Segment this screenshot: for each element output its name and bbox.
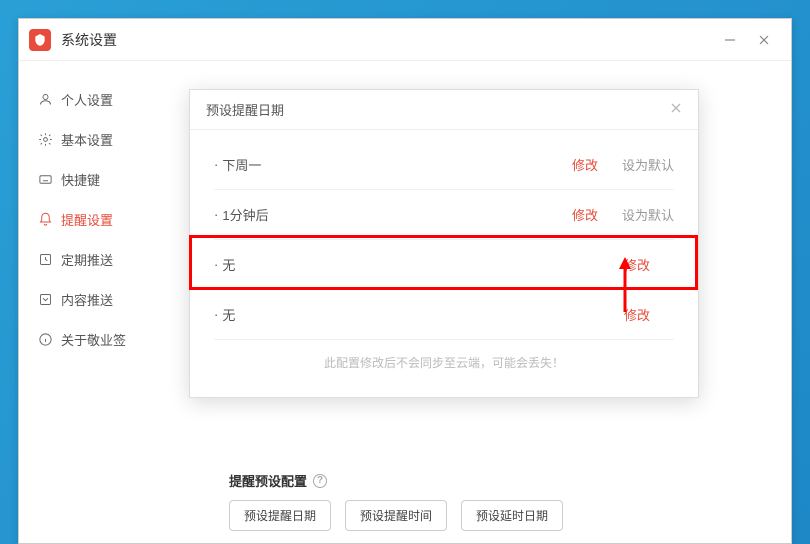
- row-label: 1分钟后: [222, 205, 572, 224]
- sidebar-item-schedule[interactable]: 定期推送: [19, 239, 179, 279]
- user-icon: [37, 91, 53, 107]
- bell-icon: [37, 211, 53, 227]
- dialog-close-button[interactable]: [670, 101, 682, 119]
- sidebar: 个人设置 基本设置 快捷键 提醒设置 定期推送 内容推送: [19, 61, 179, 543]
- dialog-row: · 无 修改: [214, 290, 674, 340]
- dialog-row: · 无 修改: [214, 240, 674, 290]
- row-label: 无: [222, 305, 624, 324]
- preset-date-dialog: 预设提醒日期 · 下周一 修改 设为默认 · 1分钟后 修改 设为默认 · 无 …: [189, 89, 699, 398]
- preset-date-button[interactable]: 预设提醒日期: [229, 500, 331, 531]
- sidebar-item-label: 个人设置: [61, 90, 113, 109]
- sidebar-item-label: 定期推送: [61, 250, 113, 269]
- keyboard-icon: [37, 171, 53, 187]
- preset-delay-button[interactable]: 预设延时日期: [461, 500, 563, 531]
- dialog-header: 预设提醒日期: [190, 90, 698, 130]
- gear-icon: [37, 131, 53, 147]
- section-preset-label: 提醒预设配置 ?: [229, 471, 751, 490]
- titlebar: 系统设置: [19, 19, 791, 61]
- edit-link[interactable]: 修改: [624, 305, 650, 324]
- dialog-footer-note: 此配置修改后不会同步至云端，可能会丢失！: [214, 340, 674, 377]
- sidebar-item-label: 提醒设置: [61, 210, 113, 229]
- edit-link[interactable]: 修改: [624, 255, 650, 274]
- sidebar-item-label: 快捷键: [61, 170, 100, 189]
- dialog-title: 预设提醒日期: [206, 100, 284, 119]
- dialog-body: · 下周一 修改 设为默认 · 1分钟后 修改 设为默认 · 无 修改 · 无 …: [190, 130, 698, 397]
- sidebar-item-reminder[interactable]: 提醒设置: [19, 199, 179, 239]
- dialog-row: · 1分钟后 修改 设为默认: [214, 190, 674, 240]
- sidebar-item-content[interactable]: 内容推送: [19, 279, 179, 319]
- sidebar-item-label: 基本设置: [61, 130, 113, 149]
- sidebar-item-label: 关于敬业签: [61, 330, 126, 349]
- sidebar-item-label: 内容推送: [61, 290, 113, 309]
- sidebar-item-basic[interactable]: 基本设置: [19, 119, 179, 159]
- preset-buttons: 预设提醒日期 预设提醒时间 预设延时日期: [229, 500, 751, 531]
- window-title: 系统设置: [61, 30, 117, 50]
- row-label: 无: [222, 255, 624, 274]
- app-logo-icon: [29, 29, 51, 51]
- edit-link[interactable]: 修改: [572, 155, 598, 174]
- sidebar-item-shortcut[interactable]: 快捷键: [19, 159, 179, 199]
- help-icon[interactable]: ?: [313, 474, 327, 488]
- clock-icon: [37, 251, 53, 267]
- close-button[interactable]: [747, 26, 781, 54]
- info-icon: [37, 331, 53, 347]
- sidebar-item-about[interactable]: 关于敬业签: [19, 319, 179, 359]
- sidebar-item-profile[interactable]: 个人设置: [19, 79, 179, 119]
- set-default-link[interactable]: 设为默认: [622, 205, 674, 224]
- row-label: 下周一: [222, 155, 572, 174]
- preset-time-button[interactable]: 预设提醒时间: [345, 500, 447, 531]
- app-window: 系统设置 个人设置 基本设置 快捷键 提醒设置: [18, 18, 792, 544]
- dialog-row: · 下周一 修改 设为默认: [214, 140, 674, 190]
- lower-content: 提醒预设配置 ? 预设提醒日期 预设提醒时间 预设延时日期 重要事项间隔 ?: [229, 451, 751, 543]
- set-default-link[interactable]: 设为默认: [622, 155, 674, 174]
- edit-link[interactable]: 修改: [572, 205, 598, 224]
- minimize-button[interactable]: [713, 26, 747, 54]
- send-icon: [37, 291, 53, 307]
